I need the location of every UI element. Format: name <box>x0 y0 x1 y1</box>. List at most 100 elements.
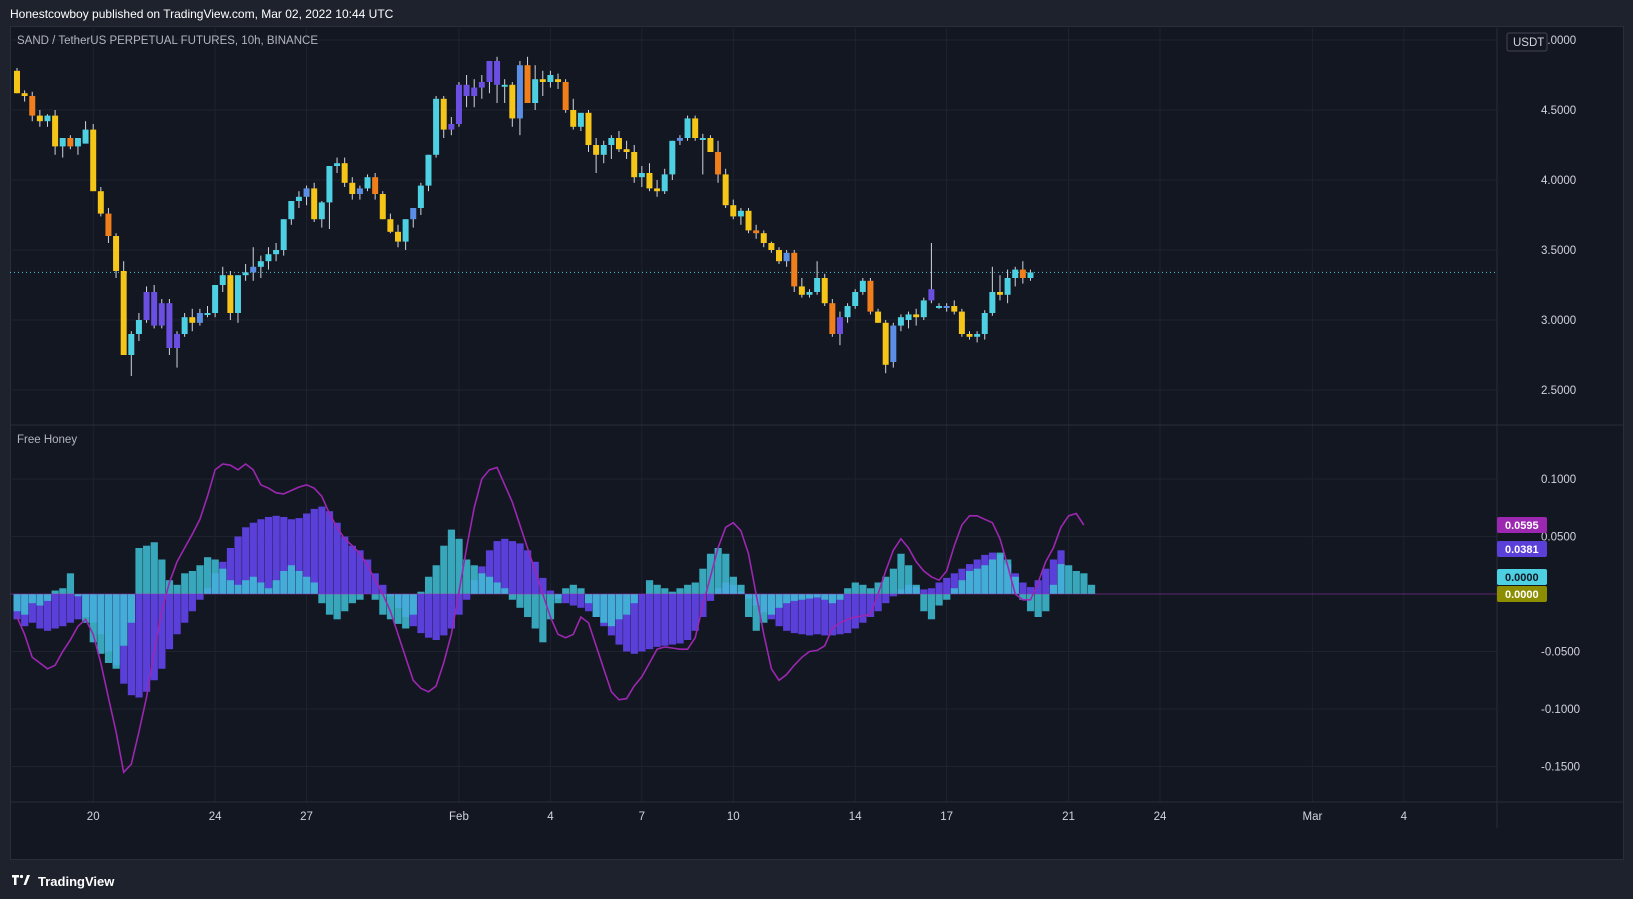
histogram-bar-cyan <box>59 588 67 594</box>
candle-body <box>1019 269 1026 278</box>
candle-body <box>821 278 828 304</box>
histogram-bar-purple <box>569 594 577 606</box>
candle-body <box>166 303 173 348</box>
histogram-bar-cyan <box>958 580 966 594</box>
candle-body <box>783 252 790 262</box>
candle-body <box>615 138 622 150</box>
candle-body <box>1004 278 1011 295</box>
histogram-bar-cyan <box>143 545 151 594</box>
indicator-tags: 0.0595 0.0381 0.0000 0.0000 <box>1497 517 1547 602</box>
time-tick-label: 27 <box>300 811 313 823</box>
candle-body <box>509 84 516 119</box>
footer[interactable]: TradingView <box>10 870 114 892</box>
histogram-bar-purple <box>264 516 273 594</box>
histogram-bar-cyan <box>684 584 692 594</box>
histogram-bar-purple <box>310 508 318 594</box>
histogram-bar-cyan <box>257 582 265 594</box>
histogram-bar-cyan <box>927 594 936 620</box>
histogram-bar-purple <box>348 545 356 594</box>
histogram-bar-cyan <box>409 594 417 615</box>
candle-body <box>722 174 729 206</box>
candle-body <box>14 70 20 94</box>
candle-body <box>836 317 843 334</box>
histogram-bar-cyan <box>394 594 402 624</box>
histogram-bar-cyan <box>935 594 943 606</box>
histogram-bar-cyan <box>158 559 166 594</box>
footer-brand: TradingView <box>38 873 115 889</box>
histogram-bar-purple <box>66 594 75 623</box>
price-axis: 5.00004.50004.00003.50003.00002.50000.10… <box>1541 35 1580 774</box>
histogram-bar-purple <box>173 594 181 635</box>
histogram-bar-purple <box>668 594 677 645</box>
histogram-bar-cyan <box>402 594 410 629</box>
candle-body <box>433 98 440 155</box>
candle-body <box>349 182 356 194</box>
time-tick-label: 4 <box>547 811 554 823</box>
histogram-bar-cyan <box>348 594 356 604</box>
chart-canvas[interactable]: 5.00004.50004.00003.50003.00002.50000.10… <box>0 0 1633 899</box>
candle-body <box>844 306 851 318</box>
histogram-bar-cyan <box>371 594 379 600</box>
histogram-bar-cyan <box>783 594 791 604</box>
candle-body <box>661 174 668 192</box>
histogram-bar-cyan <box>729 576 737 594</box>
indicator-tick-label: -0.1500 <box>1541 762 1580 774</box>
histogram-bar-purple <box>645 594 654 650</box>
candle-body <box>905 314 912 320</box>
histogram-bar-cyan <box>204 557 212 594</box>
histogram-bar-purple <box>51 594 59 629</box>
histogram-bar-cyan <box>615 594 623 620</box>
candle-body <box>448 124 455 130</box>
candle-body <box>897 317 904 326</box>
candle-body <box>356 188 363 194</box>
histogram-bar-cyan <box>493 582 501 594</box>
histogram-bar-cyan <box>424 576 433 594</box>
candle-body <box>402 219 409 242</box>
price-tick-label: 3.5000 <box>1541 245 1576 257</box>
histogram-bar-cyan <box>127 594 135 623</box>
histogram-bar-purple <box>424 594 433 638</box>
candle-body <box>699 138 706 140</box>
histogram-bar-cyan <box>51 590 59 594</box>
candle-body <box>425 154 432 186</box>
histogram-bar-cyan <box>97 594 105 654</box>
histogram-bar-cyan <box>813 594 821 598</box>
candle-body <box>715 152 722 175</box>
histogram-bar-cyan <box>112 594 120 669</box>
histogram-bar-purple <box>508 541 516 594</box>
histogram-bar-cyan <box>234 584 242 594</box>
histogram-bar-cyan <box>676 588 684 594</box>
histogram-bar-cyan <box>1057 564 1065 594</box>
candle-body <box>219 275 226 285</box>
candle-body <box>669 140 676 175</box>
histogram-bar-cyan <box>699 568 707 594</box>
histogram-bar-cyan <box>767 594 776 615</box>
histogram-bar-purple <box>882 594 890 604</box>
histogram-bar-purple <box>165 594 174 650</box>
indicator-value-tag: 0.0595 <box>1497 517 1547 533</box>
histogram-bar-purple <box>325 511 334 594</box>
histogram-bar-cyan <box>188 571 196 594</box>
histogram-bar-cyan <box>325 594 334 615</box>
histogram-bar-cyan <box>516 594 524 608</box>
candle-body <box>471 87 478 96</box>
candle-body <box>654 188 661 192</box>
candle-body <box>996 292 1003 295</box>
candle-body <box>852 292 859 306</box>
candle-body <box>250 266 257 273</box>
candle-body <box>440 98 447 130</box>
candle-body <box>875 311 882 323</box>
candle-body <box>288 201 295 220</box>
candle-body <box>768 243 775 250</box>
histogram-bar-cyan <box>943 594 951 600</box>
histogram-bar-purple <box>577 594 585 608</box>
histogram-bar-cyan <box>21 594 29 615</box>
histogram-bar-purple <box>935 582 943 594</box>
candle-body <box>928 289 935 301</box>
histogram-bar-cyan <box>1026 594 1035 612</box>
histogram-bar-cyan <box>318 594 326 604</box>
histogram-bar-cyan <box>1065 565 1073 594</box>
histogram-bar-cyan <box>173 584 181 594</box>
candle-body <box>196 313 203 323</box>
time-tick-label: 20 <box>87 811 100 823</box>
